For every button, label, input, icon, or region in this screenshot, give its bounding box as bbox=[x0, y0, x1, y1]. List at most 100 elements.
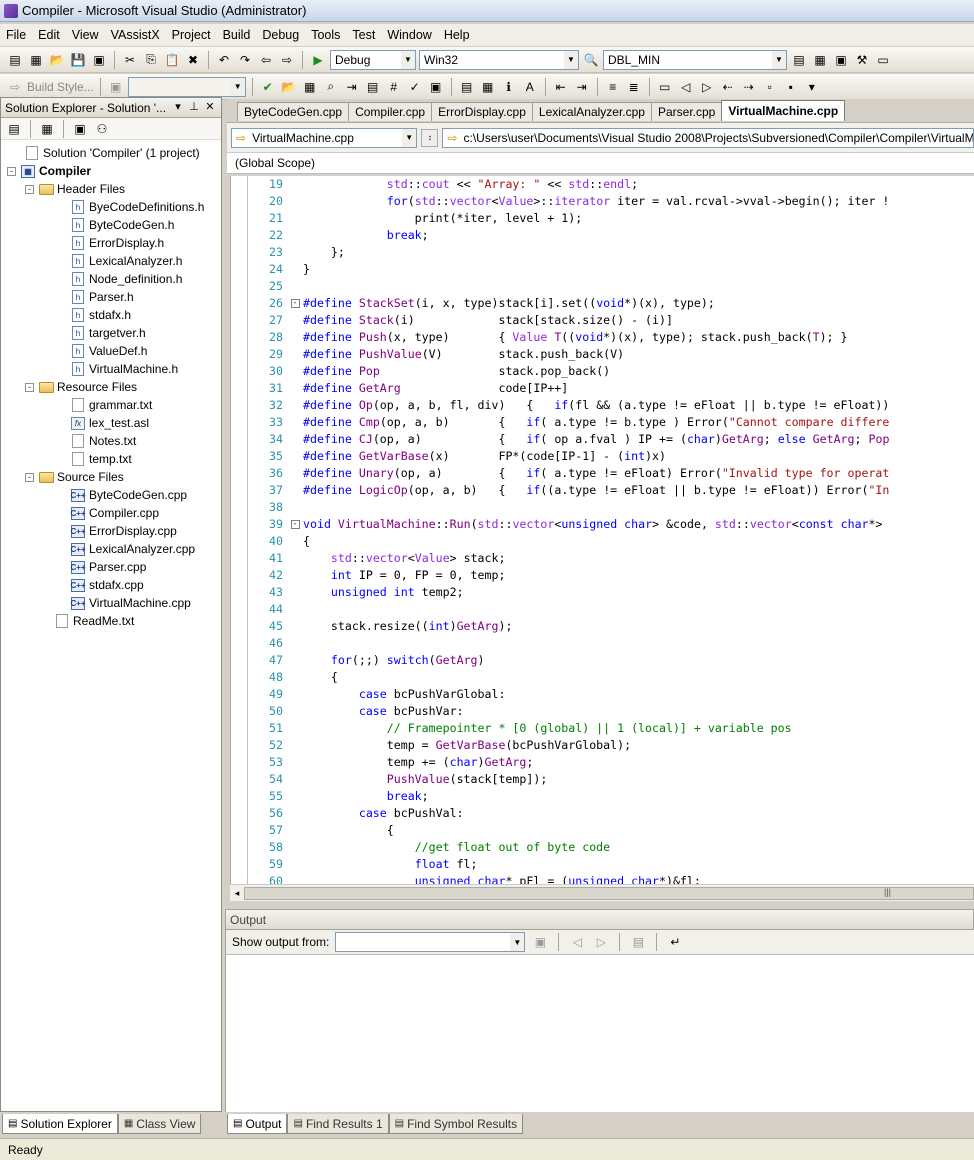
find-combo[interactable]: DBL_MIN ▼ bbox=[603, 49, 787, 70]
tab-class-view[interactable]: ▦ Class View bbox=[117, 1114, 202, 1134]
word-wrap-icon[interactable]: ↵ bbox=[666, 933, 684, 951]
toolbar-options-icon[interactable]: ▾ bbox=[803, 78, 821, 96]
project-node[interactable]: - ▦ Compiler bbox=[1, 162, 221, 180]
build-target-select[interactable]: ▼ bbox=[127, 76, 246, 97]
cut-icon[interactable]: ✂ bbox=[121, 51, 139, 69]
document-tab[interactable]: VirtualMachine.cpp bbox=[721, 100, 846, 121]
bookmark-prev-icon[interactable]: ◁ bbox=[677, 78, 695, 96]
menu-build[interactable]: Build bbox=[217, 25, 257, 45]
bookmark-icon[interactable]: ▭ bbox=[656, 78, 674, 96]
refactor-icon[interactable]: ▦ bbox=[301, 78, 319, 96]
paste-list-icon[interactable]: ▤ bbox=[364, 78, 382, 96]
open-file-icon[interactable]: 📂 bbox=[280, 78, 298, 96]
fold-control[interactable]: - bbox=[287, 295, 303, 312]
object-browser-icon[interactable]: ▣ bbox=[832, 51, 850, 69]
menu-project[interactable]: Project bbox=[166, 25, 217, 45]
tree-file-item[interactable]: C++ VirtualMachine.cpp bbox=[1, 594, 221, 612]
delete-icon[interactable]: ✖ bbox=[184, 51, 202, 69]
collapse-toggle-icon[interactable]: - bbox=[25, 184, 34, 194]
fold-control[interactable]: - bbox=[287, 516, 303, 533]
start-debug-icon[interactable]: ▶ bbox=[309, 51, 327, 69]
tree-file-item[interactable]: grammar.txt bbox=[1, 396, 221, 414]
folder-resource-files[interactable]: - Resource Files bbox=[1, 378, 221, 396]
bookmark-folder-prev-icon[interactable]: ⇠ bbox=[719, 78, 737, 96]
output-body[interactable] bbox=[225, 954, 974, 1112]
tree-file-item[interactable]: C++ Parser.cpp bbox=[1, 558, 221, 576]
copy-icon[interactable]: ⎘ bbox=[142, 51, 160, 69]
collapse-toggle-icon[interactable]: - bbox=[7, 166, 16, 176]
document-tab[interactable]: ErrorDisplay.cpp bbox=[431, 102, 533, 121]
spell-check-icon[interactable]: ✓ bbox=[406, 78, 424, 96]
tab-solution-explorer[interactable]: ▤ Solution Explorer bbox=[2, 1114, 118, 1134]
tree-file-item[interactable]: fx lex_test.asl bbox=[1, 414, 221, 432]
code-editor[interactable]: 19 std::cout << "Array: " << std::endl; 2… bbox=[230, 176, 974, 884]
check-icon[interactable]: ✔ bbox=[259, 78, 277, 96]
save-icon[interactable]: 💾 bbox=[69, 51, 87, 69]
output-source-select[interactable]: ▼ bbox=[335, 932, 526, 952]
scroll-left-icon[interactable]: ◂ bbox=[230, 888, 244, 899]
tree-file-item[interactable]: h targetver.h bbox=[1, 324, 221, 342]
tree-file-item[interactable]: h ByteCodeGen.h bbox=[1, 216, 221, 234]
refresh-icon[interactable]: ▣ bbox=[71, 120, 89, 138]
menu-test[interactable]: Test bbox=[346, 25, 381, 45]
undo-icon[interactable]: ↶ bbox=[215, 51, 233, 69]
redo-icon[interactable]: ↷ bbox=[236, 51, 254, 69]
tab-find-results-1[interactable]: ▤ Find Results 1 bbox=[287, 1114, 389, 1134]
close-icon[interactable]: ✕ bbox=[203, 100, 217, 113]
paste-icon[interactable]: 📋 bbox=[163, 51, 181, 69]
navigate-back-icon[interactable]: ⇦ bbox=[257, 51, 275, 69]
build-option-icon[interactable]: ▣ bbox=[107, 78, 125, 96]
menu-file[interactable]: File bbox=[0, 25, 32, 45]
clear-all-icon[interactable]: ▤ bbox=[629, 933, 647, 951]
menu-edit[interactable]: Edit bbox=[32, 25, 66, 45]
dropdown-icon[interactable]: ▾ bbox=[171, 100, 185, 113]
new-project-icon[interactable]: ▤ bbox=[6, 51, 24, 69]
bookmark-toggle-icon[interactable]: ▪ bbox=[782, 78, 800, 96]
path-field[interactable]: ⇨ c:\Users\user\Documents\Visual Studio … bbox=[442, 127, 974, 148]
tree-file-item[interactable]: h ErrorDisplay.h bbox=[1, 234, 221, 252]
tree-file-item[interactable]: C++ ByteCodeGen.cpp bbox=[1, 486, 221, 504]
command-window-icon[interactable]: ▭ bbox=[874, 51, 892, 69]
bookmark-next-icon[interactable]: ▷ bbox=[698, 78, 716, 96]
add-item-icon[interactable]: ▦ bbox=[27, 51, 45, 69]
properties-icon[interactable]: ▦ bbox=[811, 51, 829, 69]
goto-icon[interactable]: ⇥ bbox=[343, 78, 361, 96]
find-in-files-icon[interactable]: 🔍 bbox=[582, 51, 600, 69]
tree-file-item[interactable]: h Parser.h bbox=[1, 288, 221, 306]
menu-window[interactable]: Window bbox=[381, 25, 437, 45]
tree-file-item[interactable]: temp.txt bbox=[1, 450, 221, 468]
horizontal-scrollbar[interactable]: ◂ ||| bbox=[230, 884, 974, 901]
toolbox-icon[interactable]: ⚒ bbox=[853, 51, 871, 69]
tree-file-item[interactable]: h VirtualMachine.h bbox=[1, 360, 221, 378]
tab-output[interactable]: ▤ Output bbox=[227, 1114, 288, 1134]
scroll-thumb[interactable] bbox=[244, 886, 974, 900]
tree-file-item[interactable]: h LexicalAnalyzer.h bbox=[1, 252, 221, 270]
menu-help[interactable]: Help bbox=[438, 25, 476, 45]
properties-icon[interactable]: ▤ bbox=[5, 120, 23, 138]
tree-file-item[interactable]: h ByeCodeDefinitions.h bbox=[1, 198, 221, 216]
show-all-files-icon[interactable]: ▦ bbox=[38, 120, 56, 138]
solution-node[interactable]: Solution 'Compiler' (1 project) bbox=[1, 144, 221, 162]
hash-icon[interactable]: # bbox=[385, 78, 403, 96]
build-arrow-icon[interactable]: ⇨ bbox=[6, 78, 24, 96]
bookmark-clear-icon[interactable]: ▫ bbox=[761, 78, 779, 96]
find-symbol-icon[interactable]: ⌕ bbox=[322, 78, 340, 96]
collapse-toggle-icon[interactable]: - bbox=[25, 382, 34, 392]
tree-file-item[interactable]: C++ stdafx.cpp bbox=[1, 576, 221, 594]
list-members-icon[interactable]: ▤ bbox=[458, 78, 476, 96]
insert-snippet-icon[interactable]: ▣ bbox=[427, 78, 445, 96]
quick-info-icon[interactable]: ℹ bbox=[500, 78, 518, 96]
tree-file-readme[interactable]: ReadMe.txt bbox=[1, 612, 221, 630]
tab-find-symbol-results[interactable]: ▤ Find Symbol Results bbox=[388, 1114, 524, 1134]
menu-tools[interactable]: Tools bbox=[305, 25, 346, 45]
open-icon[interactable]: 📂 bbox=[48, 51, 66, 69]
document-tab[interactable]: Compiler.cpp bbox=[348, 102, 433, 121]
navigate-forward-icon[interactable]: ⇨ bbox=[278, 51, 296, 69]
folder-source-files[interactable]: - Source Files bbox=[1, 468, 221, 486]
tree-file-item[interactable]: C++ Compiler.cpp bbox=[1, 504, 221, 522]
configuration-select[interactable]: Debug ▼ bbox=[330, 49, 416, 70]
outdent-icon[interactable]: ⇥ bbox=[573, 78, 591, 96]
uncomment-icon[interactable]: ≣ bbox=[625, 78, 643, 96]
tree-file-item[interactable]: C++ ErrorDisplay.cpp bbox=[1, 522, 221, 540]
tree-file-item[interactable]: C++ LexicalAnalyzer.cpp bbox=[1, 540, 221, 558]
